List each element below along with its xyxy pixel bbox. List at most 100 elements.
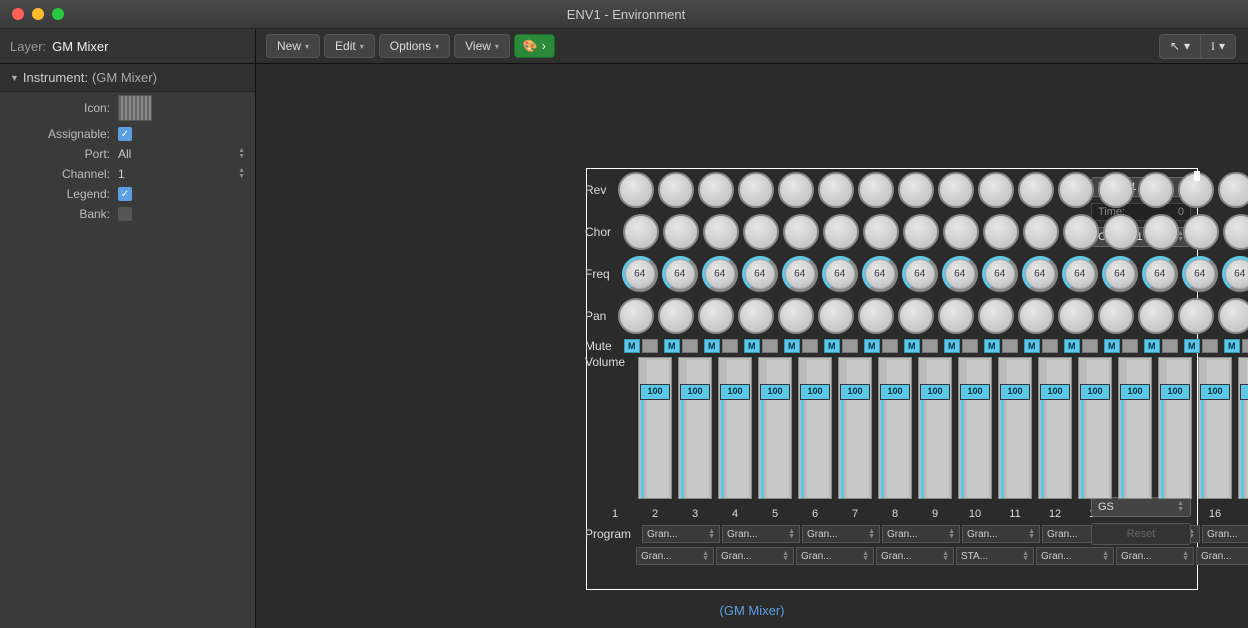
fullscreen-button[interactable] [52, 8, 64, 20]
chor-knob[interactable] [663, 214, 699, 250]
gm-mixer-object[interactable]: Room 1▲▼ Time:0 Chorus 1▲▼ GS▲▼ Reset Re… [585, 169, 1197, 567]
mute-button[interactable]: M [744, 339, 760, 353]
mute-button[interactable]: M [1104, 339, 1120, 353]
fader-cap[interactable]: 100 [760, 384, 790, 400]
fader[interactable]: 100 [875, 355, 915, 505]
fader[interactable]: 100 [1115, 355, 1155, 505]
fader[interactable]: 100 [1155, 355, 1195, 505]
fader-cap[interactable]: 100 [680, 384, 710, 400]
fader-cap[interactable]: 100 [840, 384, 870, 400]
pan-knob[interactable] [1018, 298, 1054, 334]
pan-knob[interactable] [658, 298, 694, 334]
program-select[interactable]: Gran...▲▼ [1202, 525, 1248, 543]
fader-cap[interactable]: 100 [1080, 384, 1110, 400]
pan-knob[interactable] [1218, 298, 1248, 334]
rev-knob[interactable] [1058, 172, 1094, 208]
chor-knob[interactable] [703, 214, 739, 250]
assignable-checkbox[interactable]: ✓ [118, 127, 132, 141]
freq-knob[interactable]: 64 [822, 256, 858, 292]
mute-button[interactable]: M [904, 339, 920, 353]
bank-checkbox[interactable]: ✓ [118, 207, 132, 221]
fader-cap[interactable]: 100 [1000, 384, 1030, 400]
object-caption[interactable]: (GM Mixer) [720, 603, 785, 618]
port-row[interactable]: Port: All▲▼ [0, 144, 255, 164]
rev-knob[interactable] [938, 172, 974, 208]
reset-button[interactable]: Reset [1091, 523, 1191, 545]
solo-button[interactable] [882, 339, 898, 353]
fader-cap[interactable]: 100 [1120, 384, 1150, 400]
solo-button[interactable] [962, 339, 978, 353]
solo-button[interactable] [1202, 339, 1218, 353]
freq-knob[interactable]: 64 [1022, 256, 1058, 292]
pan-knob[interactable] [1058, 298, 1094, 334]
program-select[interactable]: Gran...▲▼ [882, 525, 960, 543]
fader[interactable]: 100 [955, 355, 995, 505]
freq-knob[interactable]: 64 [622, 256, 658, 292]
pan-knob[interactable] [698, 298, 734, 334]
program-select[interactable]: STA...▲▼ [956, 547, 1034, 565]
text-tool[interactable]: I▾ [1201, 34, 1236, 59]
mute-button[interactable]: M [864, 339, 880, 353]
fader[interactable]: 100 [635, 355, 675, 505]
channel-row[interactable]: Channel: 1▲▼ [0, 164, 255, 184]
mute-button[interactable]: M [1224, 339, 1240, 353]
program-select[interactable]: Gran...▲▼ [796, 547, 874, 565]
chor-knob[interactable] [1183, 214, 1219, 250]
rev-knob[interactable] [778, 172, 814, 208]
pan-knob[interactable] [1098, 298, 1134, 334]
rev-knob[interactable] [1018, 172, 1054, 208]
mute-button[interactable]: M [624, 339, 640, 353]
fader-cap[interactable]: 100 [1200, 384, 1230, 400]
chor-knob[interactable] [863, 214, 899, 250]
mute-button[interactable]: M [784, 339, 800, 353]
solo-button[interactable] [722, 339, 738, 353]
chor-knob[interactable] [1063, 214, 1099, 250]
solo-button[interactable] [1162, 339, 1178, 353]
solo-button[interactable] [1042, 339, 1058, 353]
pointer-tool[interactable]: ↖▾ [1159, 34, 1201, 59]
fader-cap[interactable]: 100 [920, 384, 950, 400]
rev-knob[interactable] [818, 172, 854, 208]
rev-knob[interactable] [698, 172, 734, 208]
solo-button[interactable] [922, 339, 938, 353]
rev-knob[interactable] [858, 172, 894, 208]
mute-button[interactable]: M [664, 339, 680, 353]
freq-knob[interactable]: 64 [982, 256, 1018, 292]
inspector-header[interactable]: ▼ Instrument: (GM Mixer) [0, 64, 255, 92]
mute-button[interactable]: M [984, 339, 1000, 353]
mute-button[interactable]: M [1064, 339, 1080, 353]
chor-knob[interactable] [903, 214, 939, 250]
pan-knob[interactable] [1138, 298, 1174, 334]
pan-knob[interactable] [898, 298, 934, 334]
fader[interactable]: 100 [795, 355, 835, 505]
pan-knob[interactable] [978, 298, 1014, 334]
pan-knob[interactable] [738, 298, 774, 334]
fader[interactable]: 100 [915, 355, 955, 505]
rev-knob[interactable] [1178, 172, 1214, 208]
pan-knob[interactable] [938, 298, 974, 334]
pan-knob[interactable] [818, 298, 854, 334]
chor-knob[interactable] [1223, 214, 1248, 250]
solo-button[interactable] [1122, 339, 1138, 353]
chor-knob[interactable] [1023, 214, 1059, 250]
program-select[interactable]: Gran...▲▼ [722, 525, 800, 543]
options-menu[interactable]: Options▾ [379, 34, 450, 58]
solo-button[interactable] [1242, 339, 1248, 353]
legend-checkbox[interactable]: ✓ [118, 187, 132, 201]
mute-button[interactable]: M [1144, 339, 1160, 353]
fader-cap[interactable]: 100 [640, 384, 670, 400]
program-select[interactable]: Gran...▲▼ [1116, 547, 1194, 565]
pan-knob[interactable] [1178, 298, 1214, 334]
fader[interactable]: 100 [995, 355, 1035, 505]
layer-selector[interactable]: Layer: GM Mixer [0, 29, 256, 63]
chor-knob[interactable] [983, 214, 1019, 250]
mute-button[interactable]: M [1024, 339, 1040, 353]
mute-button[interactable]: M [704, 339, 720, 353]
solo-button[interactable] [1002, 339, 1018, 353]
program-select[interactable]: Gran...▲▼ [876, 547, 954, 565]
program-select[interactable]: Gran...▲▼ [716, 547, 794, 565]
solo-button[interactable] [842, 339, 858, 353]
freq-knob[interactable]: 64 [1182, 256, 1218, 292]
rev-knob[interactable] [898, 172, 934, 208]
solo-button[interactable] [682, 339, 698, 353]
